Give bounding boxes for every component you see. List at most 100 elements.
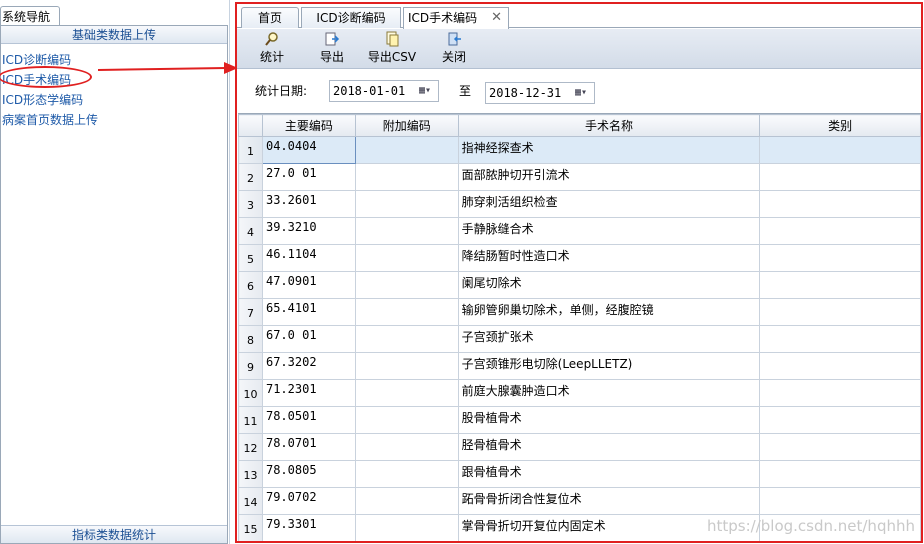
surgery-name-cell[interactable]: 肺穿刺活组织检查: [457, 190, 761, 218]
date-from-input[interactable]: 2018-01-01 ▦▾: [329, 80, 439, 102]
table-row[interactable]: 3 33.2601 肺穿刺活组织检查: [238, 190, 921, 218]
column-header-extra-code[interactable]: 附加编码: [354, 114, 459, 137]
main-code-cell[interactable]: 78.0701: [261, 433, 356, 461]
table-row[interactable]: 1 04.0404 指神经探查术: [238, 136, 921, 164]
extra-code-cell[interactable]: [354, 271, 459, 299]
row-number: 4: [238, 217, 263, 245]
table-row[interactable]: 5 46.1104 降结肠暂时性造口术: [238, 244, 921, 272]
table-row[interactable]: 12 78.0701 胫骨植骨术: [238, 433, 921, 461]
table-row[interactable]: 13 78.0805 跟骨植骨术: [238, 460, 921, 488]
stat-button[interactable]: 统计: [255, 31, 289, 67]
surgery-name-cell[interactable]: 跖骨骨折闭合性复位术: [457, 487, 761, 515]
surgery-name-cell[interactable]: 股骨植骨术: [457, 406, 761, 434]
category-cell[interactable]: [759, 271, 921, 299]
table-row[interactable]: 6 47.0901 阑尾切除术: [238, 271, 921, 299]
extra-code-cell[interactable]: [354, 433, 459, 461]
main-code-cell[interactable]: 65.4101: [261, 298, 356, 326]
category-cell[interactable]: [759, 190, 921, 218]
extra-code-cell[interactable]: [354, 352, 459, 380]
table-row[interactable]: 7 65.4101 输卵管卵巢切除术，单侧，经腹腔镜: [238, 298, 921, 326]
section-basic-data-upload[interactable]: 基础类数据上传: [1, 26, 227, 44]
surgery-name-cell[interactable]: 跟骨植骨术: [457, 460, 761, 488]
tab-icd-surgery[interactable]: ICD手术编码 ✕: [403, 7, 509, 29]
category-cell[interactable]: [759, 217, 921, 245]
category-cell[interactable]: [759, 352, 921, 380]
extra-code-cell[interactable]: [354, 163, 459, 191]
main-code-cell[interactable]: 79.0702: [261, 487, 356, 515]
extra-code-cell[interactable]: [354, 298, 459, 326]
surgery-name-cell[interactable]: 子宫颈扩张术: [457, 325, 761, 353]
export-label: 导出: [319, 50, 344, 64]
category-cell[interactable]: [759, 433, 921, 461]
extra-code-cell[interactable]: [354, 244, 459, 272]
surgery-name-cell[interactable]: 降结肠暂时性造口术: [457, 244, 761, 272]
surgery-code-grid: 主要编码 附加编码 手术名称 类别 1 04.0404 指神经探查术 2 27.0 01…: [238, 113, 921, 541]
main-code-cell[interactable]: 39.3210: [261, 217, 356, 245]
surgery-name-cell[interactable]: 面部脓肿切开引流术: [457, 163, 761, 191]
nav-tab[interactable]: 系统导航: [0, 6, 60, 26]
close-icon[interactable]: ✕: [491, 8, 502, 28]
category-cell[interactable]: [759, 379, 921, 407]
tab-home[interactable]: 首页: [241, 7, 299, 28]
main-code-cell[interactable]: 27.0 01: [261, 163, 356, 191]
table-row[interactable]: 8 67.0 01 子宫颈扩张术: [238, 325, 921, 353]
row-number: 10: [238, 379, 263, 407]
main-code-cell[interactable]: 46.1104: [261, 244, 356, 272]
surgery-name-cell[interactable]: 阑尾切除术: [457, 271, 761, 299]
extra-code-cell[interactable]: [354, 190, 459, 218]
table-row[interactable]: 10 71.2301 前庭大腺囊肿造口术: [238, 379, 921, 407]
category-cell[interactable]: [759, 460, 921, 488]
category-cell[interactable]: [759, 244, 921, 272]
extra-code-cell[interactable]: [354, 487, 459, 515]
extra-code-cell[interactable]: [354, 325, 459, 353]
main-code-cell[interactable]: 47.0901: [261, 271, 356, 299]
category-cell[interactable]: [759, 163, 921, 191]
extra-code-cell[interactable]: [354, 136, 459, 164]
calendar-dropdown-icon[interactable]: ▦▾: [570, 85, 592, 101]
main-code-cell[interactable]: 79.3301: [261, 514, 356, 541]
main-code-cell[interactable]: 04.0404: [261, 136, 356, 164]
table-row[interactable]: 2 27.0 01 面部脓肿切开引流术: [238, 163, 921, 191]
table-row[interactable]: 9 67.3202 子宫颈锥形电切除(LeepLLETZ): [238, 352, 921, 380]
column-header-surgery-name[interactable]: 手术名称: [457, 114, 761, 137]
tab-icd-diagnosis[interactable]: ICD诊断编码: [301, 7, 401, 28]
nav-item-icd-surgery[interactable]: ICD手术编码: [1, 70, 98, 90]
extra-code-cell[interactable]: [354, 514, 459, 541]
calendar-dropdown-icon[interactable]: ▦▾: [414, 83, 436, 99]
category-cell[interactable]: [759, 406, 921, 434]
export-button[interactable]: 导出: [315, 31, 349, 67]
table-row[interactable]: 14 79.0702 跖骨骨折闭合性复位术: [238, 487, 921, 515]
column-header-main-code[interactable]: 主要编码: [261, 114, 356, 137]
category-cell[interactable]: [759, 298, 921, 326]
table-row[interactable]: 4 39.3210 手静脉缝合术: [238, 217, 921, 245]
extra-code-cell[interactable]: [354, 217, 459, 245]
nav-item-icd-morphology[interactable]: ICD形态学编码: [1, 90, 98, 110]
surgery-name-cell[interactable]: 子宫颈锥形电切除(LeepLLETZ): [457, 352, 761, 380]
date-to-input[interactable]: 2018-12-31 ▦▾: [485, 82, 595, 104]
close-button[interactable]: 关闭: [437, 31, 471, 67]
main-code-cell[interactable]: 67.3202: [261, 352, 356, 380]
extra-code-cell[interactable]: [354, 460, 459, 488]
surgery-name-cell[interactable]: 胫骨植骨术: [457, 433, 761, 461]
category-cell[interactable]: [759, 325, 921, 353]
column-header-category[interactable]: 类别: [759, 114, 921, 137]
surgery-name-cell[interactable]: 输卵管卵巢切除术，单侧，经腹腔镜: [457, 298, 761, 326]
main-code-cell[interactable]: 78.0805: [261, 460, 356, 488]
main-code-cell[interactable]: 67.0 01: [261, 325, 356, 353]
category-cell[interactable]: [759, 487, 921, 515]
nav-item-icd-diagnosis[interactable]: ICD诊断编码: [1, 50, 98, 70]
section-indicator-statistics[interactable]: 指标类数据统计: [1, 525, 227, 543]
export-csv-button[interactable]: 导出CSV: [367, 31, 417, 67]
row-number: 6: [238, 271, 263, 299]
category-cell[interactable]: [759, 136, 921, 164]
nav-item-case-homepage-upload[interactable]: 病案首页数据上传: [1, 110, 98, 130]
main-code-cell[interactable]: 71.2301: [261, 379, 356, 407]
surgery-name-cell[interactable]: 前庭大腺囊肿造口术: [457, 379, 761, 407]
surgery-name-cell[interactable]: 指神经探查术: [457, 136, 761, 164]
extra-code-cell[interactable]: [354, 379, 459, 407]
extra-code-cell[interactable]: [354, 406, 459, 434]
main-code-cell[interactable]: 33.2601: [261, 190, 356, 218]
main-code-cell[interactable]: 78.0501: [261, 406, 356, 434]
surgery-name-cell[interactable]: 手静脉缝合术: [457, 217, 761, 245]
table-row[interactable]: 11 78.0501 股骨植骨术: [238, 406, 921, 434]
